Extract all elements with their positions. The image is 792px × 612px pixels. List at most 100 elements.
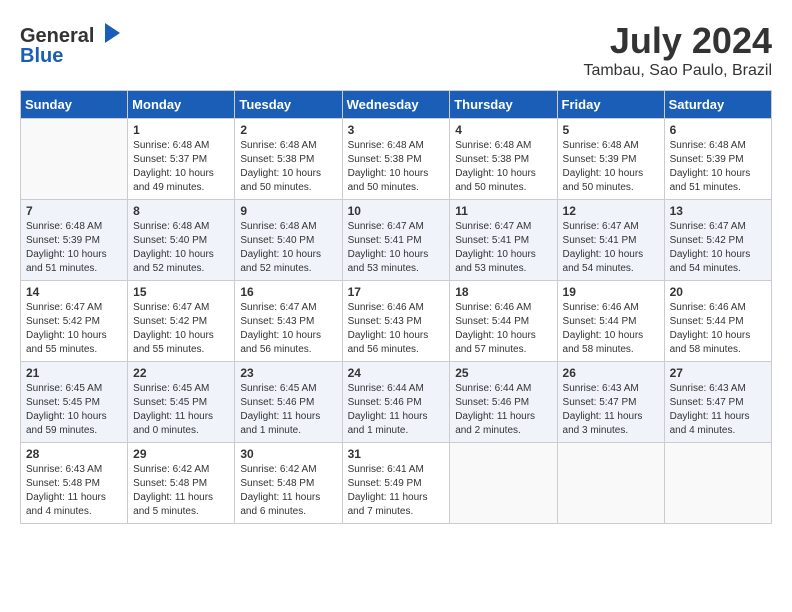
day-number: 30 bbox=[240, 447, 336, 461]
calendar-day-cell: 2 Sunrise: 6:48 AMSunset: 5:38 PMDaylight… bbox=[235, 119, 342, 200]
day-info: Sunrise: 6:46 AMSunset: 5:44 PMDaylight:… bbox=[670, 301, 766, 357]
day-info: Sunrise: 6:47 AMSunset: 5:41 PMDaylight:… bbox=[348, 220, 445, 276]
weekday-header-monday: Monday bbox=[128, 91, 235, 119]
calendar-day-cell: 29Sunrise: 6:42 AMSunset: 5:48 PMDayligh… bbox=[128, 443, 235, 524]
day-info: Sunrise: 6:45 AMSunset: 5:46 PMDaylight:… bbox=[240, 382, 336, 438]
day-info: Sunrise: 6:48 AMSunset: 5:40 PMDaylight:… bbox=[133, 220, 229, 276]
day-number: 12 bbox=[563, 204, 659, 218]
day-info: Sunrise: 6:47 AMSunset: 5:41 PMDaylight:… bbox=[563, 220, 659, 276]
day-number: 27 bbox=[670, 366, 766, 380]
calendar-day-cell: 27Sunrise: 6:43 AMSunset: 5:47 PMDayligh… bbox=[664, 362, 771, 443]
day-number: 2 bbox=[240, 123, 336, 137]
calendar-day-cell: 3 Sunrise: 6:48 AMSunset: 5:38 PMDaylight… bbox=[342, 119, 450, 200]
calendar-day-cell: 31 Sunrise: 6:41 AMSunset: 5:49 PMDayligh… bbox=[342, 443, 450, 524]
day-info: Sunrise: 6:48 AMSunset: 5:38 PMDaylight:… bbox=[455, 139, 551, 195]
day-number: 1 bbox=[133, 123, 229, 137]
day-number: 16 bbox=[240, 285, 336, 299]
calendar-day-cell: 1 Sunrise: 6:48 AMSunset: 5:37 PMDaylight… bbox=[128, 119, 235, 200]
calendar-day-cell: 23Sunrise: 6:45 AMSunset: 5:46 PMDayligh… bbox=[235, 362, 342, 443]
calendar-day-cell: 11 Sunrise: 6:47 AMSunset: 5:41 PMDayligh… bbox=[450, 200, 557, 281]
day-number: 26 bbox=[563, 366, 659, 380]
day-info: Sunrise: 6:47 AMSunset: 5:42 PMDaylight:… bbox=[670, 220, 766, 276]
day-info: Sunrise: 6:48 AMSunset: 5:40 PMDaylight:… bbox=[240, 220, 336, 276]
calendar-week-row: 28Sunrise: 6:43 AMSunset: 5:48 PMDayligh… bbox=[21, 443, 772, 524]
calendar-day-cell: 8 Sunrise: 6:48 AMSunset: 5:40 PMDaylight… bbox=[128, 200, 235, 281]
svg-text:General: General bbox=[20, 25, 94, 47]
calendar-day-cell: 5 Sunrise: 6:48 AMSunset: 5:39 PMDaylight… bbox=[557, 119, 664, 200]
weekday-header-row: SundayMondayTuesdayWednesdayThursdayFrid… bbox=[21, 91, 772, 119]
calendar-day-cell: 25Sunrise: 6:44 AMSunset: 5:46 PMDayligh… bbox=[450, 362, 557, 443]
calendar-day-cell bbox=[664, 443, 771, 524]
day-info: Sunrise: 6:48 AMSunset: 5:39 PMDaylight:… bbox=[670, 139, 766, 195]
title-block: July 2024 Tambau, Sao Paulo, Brazil bbox=[583, 20, 772, 80]
calendar-day-cell: 13Sunrise: 6:47 AMSunset: 5:42 PMDayligh… bbox=[664, 200, 771, 281]
day-number: 31 bbox=[348, 447, 445, 461]
weekday-header-friday: Friday bbox=[557, 91, 664, 119]
day-info: Sunrise: 6:47 AMSunset: 5:42 PMDaylight:… bbox=[26, 301, 122, 357]
day-info: Sunrise: 6:48 AMSunset: 5:37 PMDaylight:… bbox=[133, 139, 229, 195]
day-info: Sunrise: 6:46 AMSunset: 5:44 PMDaylight:… bbox=[563, 301, 659, 357]
day-number: 24 bbox=[348, 366, 445, 380]
logo: General Blue bbox=[20, 20, 130, 65]
day-number: 14 bbox=[26, 285, 122, 299]
weekday-header-saturday: Saturday bbox=[664, 91, 771, 119]
day-info: Sunrise: 6:42 AMSunset: 5:48 PMDaylight:… bbox=[133, 463, 229, 519]
day-info: Sunrise: 6:44 AMSunset: 5:46 PMDaylight:… bbox=[348, 382, 445, 438]
weekday-header-sunday: Sunday bbox=[21, 91, 128, 119]
day-number: 11 bbox=[455, 204, 551, 218]
calendar-day-cell: 26 Sunrise: 6:43 AMSunset: 5:47 PMDayligh… bbox=[557, 362, 664, 443]
day-number: 21 bbox=[26, 366, 122, 380]
day-number: 10 bbox=[348, 204, 445, 218]
day-info: Sunrise: 6:47 AMSunset: 5:41 PMDaylight:… bbox=[455, 220, 551, 276]
day-info: Sunrise: 6:44 AMSunset: 5:46 PMDaylight:… bbox=[455, 382, 551, 438]
calendar-day-cell: 19 Sunrise: 6:46 AMSunset: 5:44 PMDayligh… bbox=[557, 281, 664, 362]
day-info: Sunrise: 6:47 AMSunset: 5:42 PMDaylight:… bbox=[133, 301, 229, 357]
day-info: Sunrise: 6:45 AMSunset: 5:45 PMDaylight:… bbox=[133, 382, 229, 438]
month-year-title: July 2024 bbox=[583, 20, 772, 62]
day-number: 5 bbox=[563, 123, 659, 137]
day-number: 20 bbox=[670, 285, 766, 299]
day-number: 17 bbox=[348, 285, 445, 299]
calendar-day-cell: 22 Sunrise: 6:45 AMSunset: 5:45 PMDayligh… bbox=[128, 362, 235, 443]
location-subtitle: Tambau, Sao Paulo, Brazil bbox=[583, 62, 772, 80]
day-info: Sunrise: 6:43 AMSunset: 5:47 PMDaylight:… bbox=[563, 382, 659, 438]
day-info: Sunrise: 6:48 AMSunset: 5:39 PMDaylight:… bbox=[563, 139, 659, 195]
day-info: Sunrise: 6:48 AMSunset: 5:38 PMDaylight:… bbox=[240, 139, 336, 195]
day-number: 8 bbox=[133, 204, 229, 218]
day-number: 15 bbox=[133, 285, 229, 299]
day-info: Sunrise: 6:48 AMSunset: 5:39 PMDaylight:… bbox=[26, 220, 122, 276]
day-number: 3 bbox=[348, 123, 445, 137]
calendar-week-row: 1 Sunrise: 6:48 AMSunset: 5:37 PMDaylight… bbox=[21, 119, 772, 200]
calendar-week-row: 21 Sunrise: 6:45 AMSunset: 5:45 PMDayligh… bbox=[21, 362, 772, 443]
calendar-day-cell: 28Sunrise: 6:43 AMSunset: 5:48 PMDayligh… bbox=[21, 443, 128, 524]
day-info: Sunrise: 6:42 AMSunset: 5:48 PMDaylight:… bbox=[240, 463, 336, 519]
day-number: 6 bbox=[670, 123, 766, 137]
calendar-day-cell: 18 Sunrise: 6:46 AMSunset: 5:44 PMDayligh… bbox=[450, 281, 557, 362]
calendar-day-cell: 15 Sunrise: 6:47 AMSunset: 5:42 PMDayligh… bbox=[128, 281, 235, 362]
calendar-day-cell: 4 Sunrise: 6:48 AMSunset: 5:38 PMDaylight… bbox=[450, 119, 557, 200]
logo-svg: General Blue bbox=[20, 20, 130, 65]
day-number: 19 bbox=[563, 285, 659, 299]
calendar-day-cell: 9Sunrise: 6:48 AMSunset: 5:40 PMDaylight… bbox=[235, 200, 342, 281]
calendar-day-cell: 12 Sunrise: 6:47 AMSunset: 5:41 PMDayligh… bbox=[557, 200, 664, 281]
calendar-day-cell: 14 Sunrise: 6:47 AMSunset: 5:42 PMDayligh… bbox=[21, 281, 128, 362]
day-number: 4 bbox=[455, 123, 551, 137]
calendar-day-cell: 21 Sunrise: 6:45 AMSunset: 5:45 PMDayligh… bbox=[21, 362, 128, 443]
day-info: Sunrise: 6:47 AMSunset: 5:43 PMDaylight:… bbox=[240, 301, 336, 357]
calendar-day-cell: 6 Sunrise: 6:48 AMSunset: 5:39 PMDaylight… bbox=[664, 119, 771, 200]
page-header: General Blue July 2024 Tambau, Sao Paulo… bbox=[20, 20, 772, 80]
calendar-day-cell: 17Sunrise: 6:46 AMSunset: 5:43 PMDayligh… bbox=[342, 281, 450, 362]
day-info: Sunrise: 6:45 AMSunset: 5:45 PMDaylight:… bbox=[26, 382, 122, 438]
day-number: 22 bbox=[133, 366, 229, 380]
day-number: 18 bbox=[455, 285, 551, 299]
calendar-day-cell: 7 Sunrise: 6:48 AMSunset: 5:39 PMDaylight… bbox=[21, 200, 128, 281]
svg-text:Blue: Blue bbox=[20, 45, 63, 65]
weekday-header-wednesday: Wednesday bbox=[342, 91, 450, 119]
day-info: Sunrise: 6:41 AMSunset: 5:49 PMDaylight:… bbox=[348, 463, 445, 519]
day-info: Sunrise: 6:48 AMSunset: 5:38 PMDaylight:… bbox=[348, 139, 445, 195]
calendar-day-cell: 16 Sunrise: 6:47 AMSunset: 5:43 PMDayligh… bbox=[235, 281, 342, 362]
day-number: 7 bbox=[26, 204, 122, 218]
calendar-day-cell: 24 Sunrise: 6:44 AMSunset: 5:46 PMDayligh… bbox=[342, 362, 450, 443]
day-info: Sunrise: 6:46 AMSunset: 5:44 PMDaylight:… bbox=[455, 301, 551, 357]
calendar-day-cell bbox=[450, 443, 557, 524]
